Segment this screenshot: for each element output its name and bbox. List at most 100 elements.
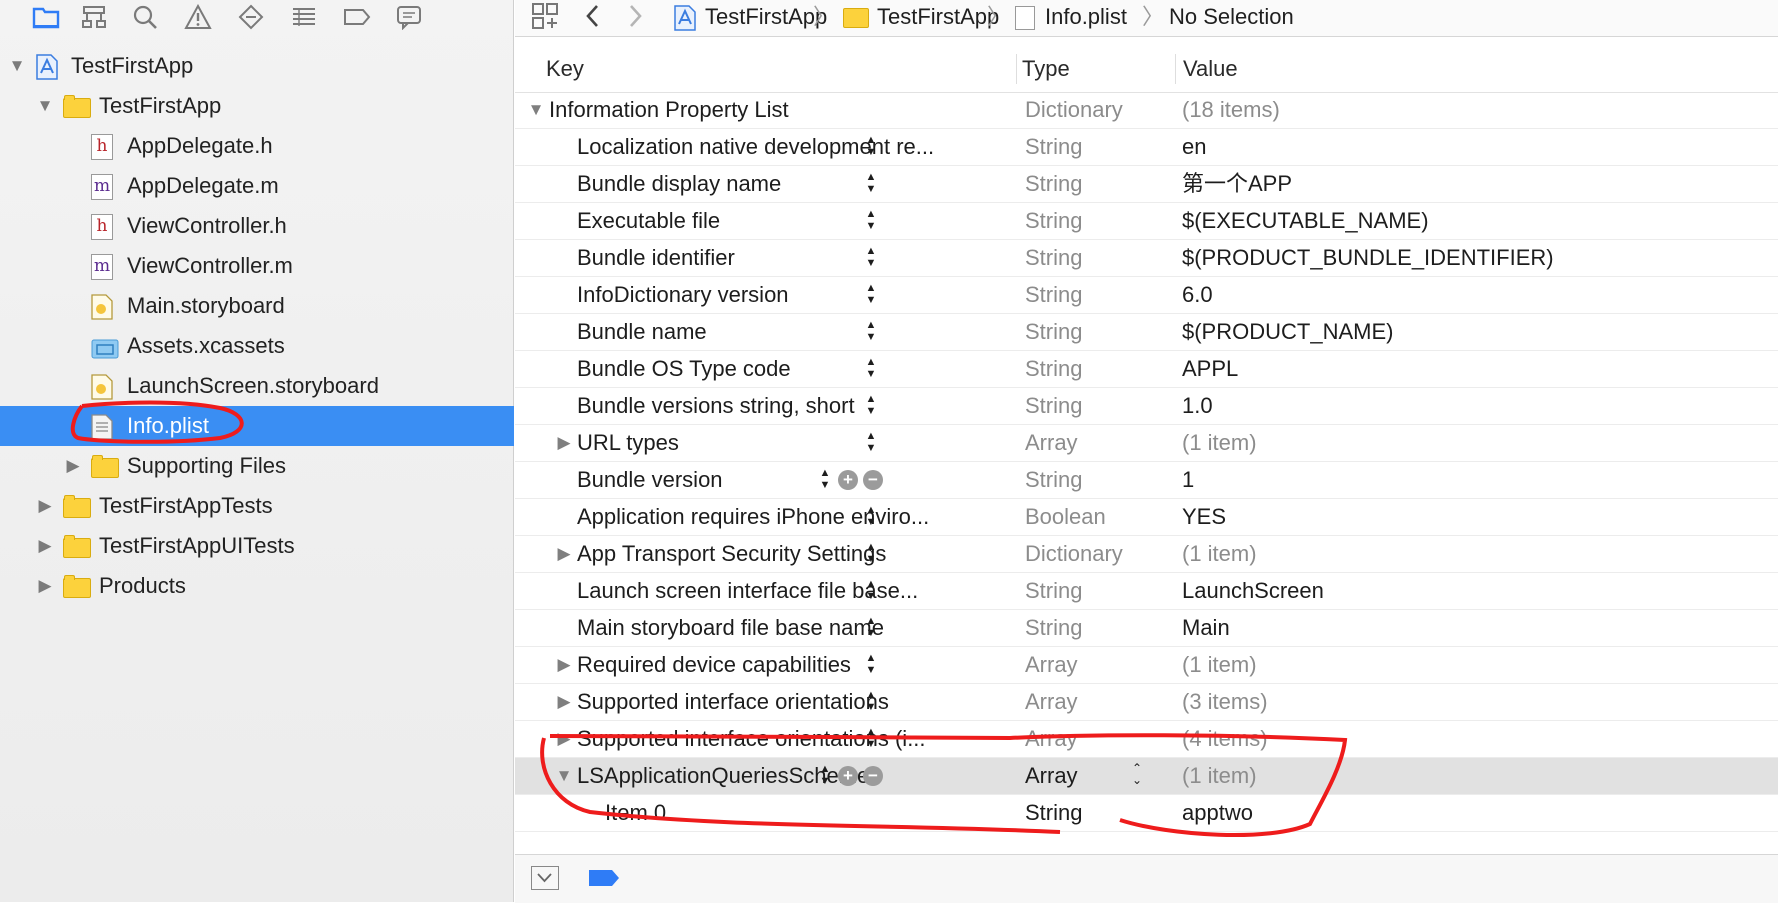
plist-key[interactable]: Information Property List	[549, 92, 789, 128]
plist-row[interactable]: Bundle display name ▲ ▼ String 第一个APP	[515, 166, 1778, 203]
key-stepper-icon[interactable]: ▲ ▼	[819, 763, 831, 789]
navigator-item[interactable]: ▶ Supporting Files	[0, 446, 514, 486]
key-stepper-icon[interactable]: ▲ ▼	[865, 615, 877, 641]
disclosure-open-icon[interactable]: ▼	[7, 46, 27, 86]
plist-value[interactable]: 1.0	[1182, 388, 1213, 424]
plist-type[interactable]: String	[1025, 240, 1082, 276]
navigator-item[interactable]: h ViewController.h	[0, 206, 514, 246]
key-stepper-icon[interactable]: ▲ ▼	[865, 726, 877, 752]
remove-item-button[interactable]: −	[863, 766, 883, 786]
disclosure-open-icon[interactable]: ▼	[35, 86, 55, 126]
key-stepper-icon[interactable]: ▲ ▼	[865, 282, 877, 308]
plist-type[interactable]: Dictionary	[1025, 536, 1123, 572]
plist-row[interactable]: ▶ Supported interface orientations (i... ▲…	[515, 721, 1778, 758]
plist-type[interactable]: Array	[1025, 721, 1078, 757]
key-stepper-icon[interactable]: ▲ ▼	[865, 134, 877, 160]
breadcrumb-project[interactable]: TestFirstApp	[673, 0, 827, 34]
plist-key[interactable]: Bundle version	[577, 462, 723, 498]
plist-key[interactable]: LSApplicationQueriesSchemes	[577, 758, 880, 794]
comment-icon[interactable]	[391, 2, 427, 32]
plist-value[interactable]: YES	[1182, 499, 1226, 535]
debug-area-toggle-icon[interactable]	[531, 866, 559, 890]
plist-type[interactable]: String	[1025, 795, 1082, 831]
plist-value[interactable]: (1 item)	[1182, 536, 1257, 572]
forward-chevron-icon[interactable]	[625, 2, 645, 36]
disclosure-closed-icon[interactable]: ▶	[555, 721, 573, 757]
key-column-header[interactable]: Key	[546, 46, 584, 92]
plist-type[interactable]: String	[1025, 351, 1082, 387]
breakpoint-tag-icon[interactable]	[588, 869, 620, 893]
type-popup-chevron-icon[interactable]: ⌃ ⌄	[1129, 762, 1145, 788]
plist-value[interactable]: $(EXECUTABLE_NAME)	[1182, 203, 1429, 239]
disclosure-closed-icon[interactable]: ▶	[35, 486, 55, 526]
back-chevron-icon[interactable]	[583, 2, 603, 36]
navigator-item[interactable]: ▶ Products	[0, 566, 514, 606]
plist-key[interactable]: Bundle versions string, short	[577, 388, 855, 424]
plist-value[interactable]: (3 items)	[1182, 684, 1268, 720]
type-column-header[interactable]: Type	[1022, 46, 1070, 92]
key-stepper-icon[interactable]: ▲ ▼	[865, 356, 877, 382]
plist-row[interactable]: ▶ URL types ▲ ▼ Array (1 item)	[515, 425, 1778, 462]
plist-row[interactable]: Main storyboard file base name ▲ ▼ String Ma…	[515, 610, 1778, 647]
plist-row[interactable]: InfoDictionary version ▲ ▼ String 6.0	[515, 277, 1778, 314]
plist-type[interactable]: Dictionary	[1025, 92, 1123, 128]
tag-icon[interactable]	[339, 2, 375, 32]
disclosure-open-icon[interactable]: ▼	[527, 92, 545, 128]
plist-type[interactable]: String	[1025, 314, 1082, 350]
plist-row[interactable]: ▶ Supported interface orientations ▲ ▼ Array…	[515, 684, 1778, 721]
plist-key[interactable]: Supported interface orientations	[577, 684, 889, 720]
key-stepper-icon[interactable]: ▲ ▼	[865, 578, 877, 604]
plist-key[interactable]: Bundle identifier	[577, 240, 735, 276]
plist-value[interactable]: 6.0	[1182, 277, 1213, 313]
disclosure-closed-icon[interactable]: ▶	[63, 446, 83, 486]
plist-type[interactable]: String	[1025, 462, 1082, 498]
key-stepper-icon[interactable]: ▲ ▼	[865, 541, 877, 567]
navigator-item[interactable]: ▼ TestFirstApp	[0, 46, 514, 86]
navigator-item[interactable]: ▼ TestFirstApp	[0, 86, 514, 126]
add-item-button[interactable]: +	[838, 470, 858, 490]
breadcrumb-file[interactable]: Info.plist	[1015, 0, 1127, 34]
key-stepper-icon[interactable]: ▲ ▼	[865, 504, 877, 530]
plist-type[interactable]: String	[1025, 277, 1082, 313]
plist-row[interactable]: Executable file ▲ ▼ String $(EXECUTABLE_NAME…	[515, 203, 1778, 240]
navigator-item[interactable]: h AppDelegate.h	[0, 126, 514, 166]
plist-row[interactable]: Item 0 String apptwo	[515, 795, 1778, 832]
key-stepper-icon[interactable]: ▲ ▼	[865, 208, 877, 234]
navigator-item[interactable]: Main.storyboard	[0, 286, 514, 326]
plist-key[interactable]: InfoDictionary version	[577, 277, 789, 313]
plist-type[interactable]: String	[1025, 610, 1082, 646]
plist-value[interactable]: apptwo	[1182, 795, 1253, 831]
plist-key[interactable]: Localization native development re...	[577, 129, 934, 165]
plist-row[interactable]: Bundle identifier ▲ ▼ String $(PRODUCT_BUNDL…	[515, 240, 1778, 277]
plist-row[interactable]: Localization native development re... ▲ ▼ S…	[515, 129, 1778, 166]
plist-value[interactable]: 第一个APP	[1182, 166, 1292, 202]
plist-value[interactable]: (1 item)	[1182, 758, 1257, 794]
folder-icon[interactable]	[28, 2, 64, 32]
plist-value[interactable]: APPL	[1182, 351, 1238, 387]
breakpoint-test-icon[interactable]	[233, 2, 269, 32]
add-item-button[interactable]: +	[838, 766, 858, 786]
plist-type[interactable]: String	[1025, 203, 1082, 239]
plist-value[interactable]: (18 items)	[1182, 92, 1280, 128]
plist-row[interactable]: ▼ LSApplicationQueriesSchemes ▲ ▼ + − Array ⌃ ⌄ (…	[515, 758, 1778, 795]
column-divider[interactable]	[1175, 54, 1176, 84]
plist-type[interactable]: Array	[1025, 647, 1078, 683]
hierarchy-icon[interactable]	[76, 2, 112, 32]
plist-type[interactable]: Boolean	[1025, 499, 1106, 535]
disclosure-open-icon[interactable]: ▼	[555, 758, 573, 794]
navigator-item[interactable]: Info.plist	[0, 406, 514, 446]
key-stepper-icon[interactable]: ▲ ▼	[865, 393, 877, 419]
list-icon[interactable]	[286, 2, 322, 32]
key-stepper-icon[interactable]: ▲ ▼	[865, 652, 877, 678]
plist-row[interactable]: Bundle version ▲ ▼ + − String 1	[515, 462, 1778, 499]
warning-icon[interactable]	[180, 2, 216, 32]
disclosure-closed-icon[interactable]: ▶	[555, 536, 573, 572]
plist-row[interactable]: ▶ App Transport Security Settings ▲ ▼ Dictio…	[515, 536, 1778, 573]
remove-item-button[interactable]: −	[863, 470, 883, 490]
related-items-icon[interactable]	[531, 2, 559, 36]
navigator-item[interactable]: m AppDelegate.m	[0, 166, 514, 206]
plist-key[interactable]: Required device capabilities	[577, 647, 851, 683]
navigator-item[interactable]: Assets.xcassets	[0, 326, 514, 366]
plist-key[interactable]: URL types	[577, 425, 679, 461]
disclosure-closed-icon[interactable]: ▶	[35, 526, 55, 566]
